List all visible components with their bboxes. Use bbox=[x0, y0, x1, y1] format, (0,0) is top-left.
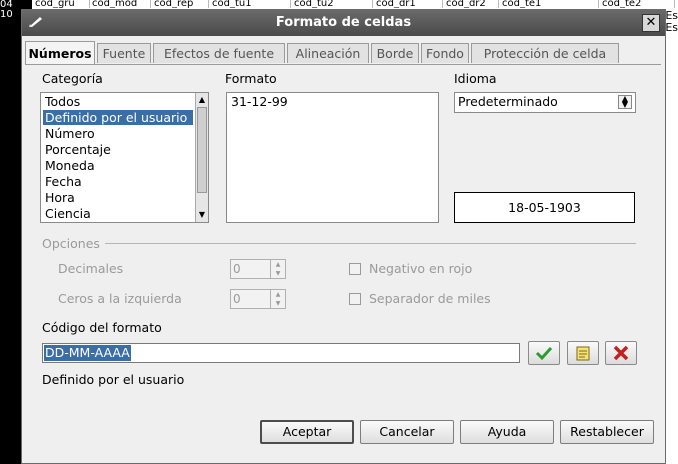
format-preview: 18-05-1903 bbox=[454, 192, 635, 223]
edit-comment-button[interactable] bbox=[567, 341, 599, 365]
spin-down-icon[interactable]: ▼ bbox=[270, 299, 285, 308]
language-label: Idioma bbox=[454, 71, 497, 86]
delete-format-button[interactable] bbox=[605, 341, 637, 365]
scroll-thumb[interactable] bbox=[197, 107, 207, 193]
decimals-spinbox[interactable]: 0 ▲ ▼ bbox=[230, 259, 286, 279]
format-cells-dialog: Formato de celdas ✕ Números Fuente Efect… bbox=[21, 9, 666, 464]
category-item-selected[interactable]: Definido por el usuario bbox=[43, 110, 193, 125]
leading-zeros-spinbox[interactable]: 0 ▲ ▼ bbox=[230, 289, 286, 309]
negative-red-checkbox[interactable] bbox=[349, 263, 361, 275]
cancel-button[interactable]: Cancelar bbox=[360, 420, 454, 444]
category-item[interactable]: Fecha bbox=[43, 174, 82, 189]
tab-cell-protection[interactable]: Protección de celda bbox=[471, 43, 619, 63]
column-header: cod_gru bbox=[33, 0, 90, 8]
format-code-label: Código del formato bbox=[42, 320, 162, 335]
format-listbox[interactable]: 31-12-99 bbox=[226, 92, 439, 223]
leading-zeros-value: 0 bbox=[233, 292, 241, 306]
category-item[interactable]: Hora bbox=[43, 190, 75, 205]
edit-comment-icon bbox=[576, 346, 590, 361]
scroll-up-icon[interactable]: ▲ bbox=[196, 94, 208, 106]
negative-red-label: Negativo en rojo bbox=[369, 261, 473, 276]
language-value: Predeterminado bbox=[458, 94, 558, 109]
checkmark-icon bbox=[535, 346, 553, 361]
tab-background[interactable]: Fondo bbox=[421, 43, 469, 63]
column-header: cod_tu2 bbox=[292, 0, 373, 8]
tab-border[interactable]: Borde bbox=[371, 43, 419, 63]
spin-down-icon[interactable]: ▼ bbox=[270, 269, 285, 278]
format-label: Formato bbox=[225, 71, 277, 86]
thousands-separator-checkbox[interactable] bbox=[349, 293, 361, 305]
thousands-separator-label: Separador de miles bbox=[369, 291, 491, 306]
column-header: cod_tu1 bbox=[210, 0, 291, 8]
column-header: cod_dr2 bbox=[444, 0, 499, 8]
dialog-titlebar[interactable]: Formato de celdas ✕ bbox=[22, 10, 665, 36]
spin-up-icon[interactable]: ▲ bbox=[270, 290, 285, 299]
category-item[interactable]: Porcentaje bbox=[43, 142, 111, 157]
format-code-input[interactable]: DD-MM-AAAA bbox=[42, 343, 520, 363]
category-item[interactable]: Todos bbox=[43, 94, 80, 109]
category-item[interactable]: Número bbox=[43, 126, 95, 141]
category-label: Categoría bbox=[42, 71, 103, 86]
column-header: cod_dr1 bbox=[374, 0, 443, 8]
category-item[interactable]: Ciencia bbox=[43, 206, 91, 221]
updown-arrows-icon: ▲ ▼ bbox=[618, 95, 632, 109]
column-header: cod_te1 bbox=[500, 0, 599, 8]
category-item[interactable]: Moneda bbox=[43, 158, 95, 173]
tab-font[interactable]: Fuente bbox=[97, 43, 151, 63]
accept-format-button[interactable] bbox=[528, 341, 560, 365]
scroll-down-icon[interactable]: ▼ bbox=[196, 209, 208, 221]
spin-up-icon[interactable]: ▲ bbox=[270, 260, 285, 269]
leading-zeros-label: Ceros a la izquierda bbox=[58, 291, 182, 306]
options-separator bbox=[105, 243, 636, 244]
tab-font-effects[interactable]: Efectos de fuente bbox=[153, 43, 285, 63]
delete-x-icon bbox=[613, 345, 629, 361]
tab-numbers[interactable]: Números bbox=[25, 41, 95, 64]
format-description: Definido por el usuario bbox=[42, 372, 185, 387]
format-item[interactable]: 31-12-99 bbox=[229, 94, 288, 109]
decimals-label: Decimales bbox=[58, 261, 124, 276]
cell-fragment: Es bbox=[665, 21, 678, 34]
decimals-value: 0 bbox=[233, 262, 241, 276]
column-header: cod_rep bbox=[152, 0, 209, 8]
options-label: Opciones bbox=[42, 236, 100, 251]
accept-button[interactable]: Aceptar bbox=[260, 420, 354, 444]
category-scrollbar[interactable]: ▲ ▼ bbox=[195, 93, 208, 222]
column-header: cod_te2 bbox=[600, 0, 675, 8]
format-code-value: DD-MM-AAAA bbox=[44, 345, 131, 361]
close-icon[interactable]: ✕ bbox=[642, 14, 660, 32]
tab-alignment[interactable]: Alineación bbox=[287, 43, 369, 63]
reset-button[interactable]: Restablecer bbox=[560, 420, 654, 444]
dialog-title: Formato de celdas bbox=[275, 15, 412, 30]
category-listbox[interactable]: Todos Definido por el usuario Número Por… bbox=[40, 92, 209, 223]
language-select[interactable]: Predeterminado ▲ ▼ bbox=[454, 92, 636, 113]
help-button[interactable]: Ayuda bbox=[460, 420, 554, 444]
column-header: cod_mod bbox=[90, 0, 151, 8]
